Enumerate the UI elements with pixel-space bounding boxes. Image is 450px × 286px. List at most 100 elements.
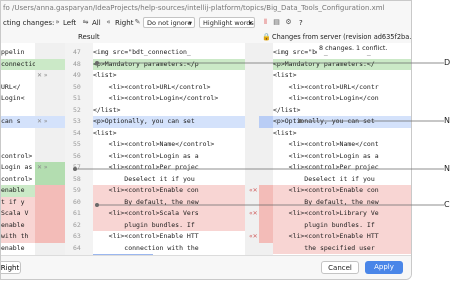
- code-line: <p>Optionally, you can set: [93, 116, 245, 128]
- dialog-footer: Right Cancel Apply: [1, 255, 411, 279]
- code-line: t if y: [1, 196, 35, 208]
- code-line: URL</: [1, 82, 21, 91]
- code-line: enable: [1, 185, 35, 197]
- line-number: 55: [73, 140, 81, 148]
- line-number: 50: [73, 82, 81, 91]
- accept-right-button[interactable]: Right: [115, 15, 133, 31]
- code-line: Deselect it if you: [93, 174, 195, 183]
- code-line: connection: [1, 58, 35, 70]
- callout-label: D: [444, 58, 450, 67]
- code-line: <li><control>Scala Vers: [93, 208, 245, 220]
- reject-change-icon[interactable]: «✕: [249, 231, 258, 243]
- code-line: <li><control>Login as a: [93, 151, 199, 160]
- code-line: Scala V: [1, 208, 35, 220]
- accept-left-icon[interactable]: »: [53, 18, 62, 27]
- code-line: <img src="bdt_connection_: [93, 48, 191, 56]
- cancel-button[interactable]: Cancel: [321, 261, 359, 274]
- code-line: </list>: [93, 105, 121, 114]
- server-header: Changes from server (revision ad635f2ba.…: [272, 33, 412, 41]
- code-line: Login<: [1, 94, 25, 102]
- accept-left-button[interactable]: Left: [63, 15, 76, 31]
- accept-change-icon[interactable]: ✕ »: [37, 70, 48, 82]
- code-line: <p>Mandatory parameters:</: [273, 58, 411, 70]
- code-line: By default, the new: [273, 196, 411, 208]
- code-line: connection with the: [93, 243, 199, 252]
- lock-icon[interactable]: ▤: [272, 18, 281, 27]
- magic-resolve-icon[interactable]: ✎: [133, 18, 142, 27]
- code-line: <li><control>URL</contr: [273, 82, 379, 91]
- accept-right-footer-button[interactable]: Right: [1, 261, 21, 274]
- line-number: 58: [73, 174, 81, 183]
- code-line: plugin bundles. If: [273, 219, 411, 231]
- sync-scroll-icon[interactable]: ⫴: [261, 18, 270, 27]
- code-line: <li><control>Login</control>: [93, 94, 219, 102]
- code-line: <li><control>Login as a: [273, 151, 379, 160]
- reject-change-icon[interactable]: «✕: [249, 185, 258, 197]
- conflict-marker: [35, 185, 65, 243]
- result-pane[interactable]: <img src="bdt_connection_ <p>Mandatory p…: [93, 43, 245, 255]
- code-line: By default, the new: [93, 196, 245, 208]
- code-line: <li><control>Enable HTT: [93, 232, 199, 240]
- code-line: plugin bundles. If: [93, 219, 245, 231]
- code-line: <li><control>Name</control>: [93, 140, 215, 148]
- code-line: can s: [1, 116, 35, 128]
- code-line: ppelin: [1, 48, 25, 56]
- accepting-changes-label: cting changes:: [3, 19, 55, 27]
- accept-change-icon[interactable]: ✕ »: [37, 116, 48, 128]
- code-line: control>: [1, 174, 33, 183]
- local-pane[interactable]: ppelin connection URL</ Login< can s con…: [1, 43, 35, 255]
- ignore-policy-select[interactable]: Do not ignore ▾: [143, 17, 195, 28]
- accept-right-icon[interactable]: «: [104, 18, 113, 27]
- line-number: 63: [73, 232, 81, 240]
- code-line: <li><control>Per projec: [93, 163, 199, 171]
- code-line: Login as: [1, 163, 33, 171]
- code-line: with th: [1, 231, 35, 243]
- accept-all-icon[interactable]: ⇋: [81, 18, 90, 27]
- modified-marker: [259, 116, 273, 128]
- settings-icon[interactable]: ⚙: [284, 18, 293, 27]
- code-line: </list>: [273, 105, 301, 114]
- left-gutter: ✕ » ✕ » ✕ »: [35, 43, 65, 255]
- code-line: <li><control>Login</con: [273, 94, 379, 102]
- help-icon[interactable]: ?: [299, 15, 303, 31]
- line-number: 47: [73, 48, 81, 56]
- code-line: the specified user: [273, 242, 411, 254]
- code-line: <p>Mandatory parameters:</p: [93, 58, 245, 70]
- accept-change-marker[interactable]: [35, 58, 65, 70]
- code-line: <li><control>Enable HTT: [273, 231, 411, 243]
- result-header: Result: [78, 33, 100, 41]
- highlight-mode-value: Highlight words: [203, 19, 254, 27]
- reject-change-icon[interactable]: «✕: [249, 208, 258, 220]
- code-line: <li><control>Name</cont: [273, 140, 379, 148]
- code-line: <li><control>Enable con: [93, 185, 245, 197]
- file-path: fo /Users/anna.gasparyan/IdeaProjects/he…: [3, 4, 385, 12]
- ignore-policy-value: Do not ignore: [147, 19, 192, 27]
- server-pane[interactable]: <img src="bdt_connection_ <p>Mandatory p…: [273, 43, 411, 255]
- code-line: <list>: [93, 71, 117, 79]
- line-number: 51: [73, 94, 81, 102]
- server-header-icon: 🔒: [262, 33, 271, 41]
- accept-change-icon[interactable]: ✕ »: [37, 162, 48, 174]
- code-line: enable: [1, 243, 25, 252]
- accept-all-button[interactable]: All: [92, 15, 101, 31]
- result-line-numbers: 47 48 49 50 51 52 53 54 55 56 57 58 59 6…: [65, 43, 93, 255]
- chevron-down-icon: ▾: [248, 19, 252, 27]
- apply-button[interactable]: Apply: [365, 261, 403, 274]
- line-number: 57: [73, 163, 81, 171]
- highlight-mode-select[interactable]: Highlight words ▾: [199, 17, 255, 28]
- code-line: enable: [1, 219, 35, 231]
- code-line: <li><control>Per projec: [273, 163, 379, 171]
- line-number: 56: [73, 151, 81, 160]
- chevron-down-icon: ▾: [188, 19, 192, 27]
- callout-label: N: [444, 116, 450, 125]
- line-number: 60: [73, 197, 81, 206]
- code-line: <li><control>URL</control>: [93, 82, 211, 91]
- callout-label: N: [444, 164, 450, 173]
- line-number: 53: [73, 117, 81, 125]
- changes-status: 8 changes. 1 conflict.: [317, 43, 388, 54]
- code-line: control>: [1, 151, 33, 160]
